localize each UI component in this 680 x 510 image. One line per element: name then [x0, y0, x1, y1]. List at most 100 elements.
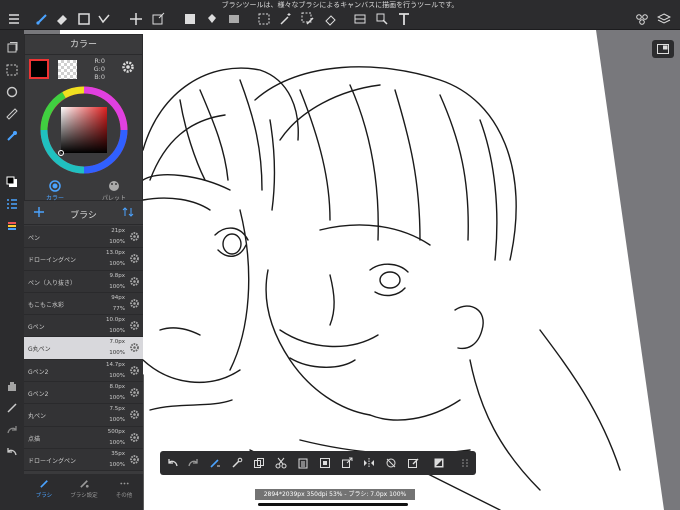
more-button[interactable]	[458, 456, 472, 470]
brush-name: Gペン2	[28, 368, 49, 376]
gradient-tool-button[interactable]	[226, 11, 242, 27]
brush-opacity: 100%	[109, 328, 125, 335]
brush-settings-icon	[79, 480, 89, 488]
brush-settings-gear-icon[interactable]	[129, 298, 140, 309]
eraser-tool-button[interactable]	[54, 11, 70, 27]
brush-settings-gear-icon[interactable]	[129, 432, 140, 443]
brush-settings-gear-icon[interactable]	[129, 365, 140, 376]
brush-list-item[interactable]: ペン 21px 100%	[24, 226, 143, 249]
clear-button[interactable]	[318, 456, 332, 470]
layers-list-button[interactable]	[4, 40, 20, 56]
brush-list-item[interactable]: ペン（入り抜き） 9.8px 100%	[24, 270, 143, 293]
frame-icon	[354, 14, 366, 24]
brush-settings-gear-icon[interactable]	[129, 231, 140, 242]
fill-button[interactable]	[432, 456, 446, 470]
brush-list-item[interactable]: Gペン2 14.7px 100%	[24, 359, 143, 383]
list-button[interactable]	[4, 196, 20, 212]
tab-brush-settings[interactable]: ブラシ設定	[64, 478, 104, 499]
tab-brush[interactable]: ブラシ	[24, 478, 64, 499]
rect-select-icon	[78, 13, 90, 25]
color-swatch-button[interactable]	[4, 174, 20, 190]
cut-button[interactable]	[274, 456, 288, 470]
fill-color-button[interactable]	[182, 11, 198, 27]
stack-icon	[8, 222, 16, 230]
text-tool-button[interactable]	[396, 11, 412, 27]
brush-list-item[interactable]: ドローイングペン 13.0px 100%	[24, 248, 143, 271]
undo-button[interactable]	[166, 456, 180, 470]
select-tool-button[interactable]	[256, 11, 272, 27]
text-type-button[interactable]	[374, 11, 390, 27]
color-wheel[interactable]	[39, 85, 129, 175]
layers-icon	[657, 13, 671, 24]
menu-button[interactable]	[6, 11, 22, 27]
selection-button[interactable]	[4, 62, 20, 78]
undo-button[interactable]	[4, 444, 20, 460]
brush-name: 丸ペン	[28, 413, 47, 421]
magic-wand-icon	[280, 13, 291, 25]
copy-button[interactable]	[252, 456, 266, 470]
transform-tool-button[interactable]	[150, 11, 166, 27]
layers-list-icon	[7, 42, 18, 53]
tab-color[interactable]: カラー	[35, 178, 75, 202]
rect-tool-button[interactable]	[76, 11, 92, 27]
rotate-lock-button[interactable]	[384, 456, 398, 470]
transform-button[interactable]	[340, 456, 354, 470]
eyedropper-button[interactable]	[4, 128, 20, 144]
brush-settings-gear-icon[interactable]	[129, 276, 140, 287]
brush-tool-button[interactable]	[34, 11, 50, 27]
brush-opacity: 77%	[112, 305, 125, 312]
brush-settings-gear-icon[interactable]	[129, 342, 140, 353]
select-eraser-button[interactable]	[322, 11, 338, 27]
rotate-button[interactable]	[4, 84, 20, 100]
redo-button[interactable]	[186, 456, 200, 470]
brush-list-item[interactable]: Gペン 10.0px 100%	[24, 315, 143, 338]
bucket-tool-button[interactable]	[204, 11, 220, 27]
brush-list-item[interactable]: 点描 500px 100%	[24, 426, 143, 449]
layers-button[interactable]	[656, 11, 672, 27]
stack-button[interactable]	[4, 218, 20, 234]
navigator-button[interactable]	[652, 40, 674, 58]
brush-panel-header: ブラシ	[24, 201, 143, 225]
sort-icon[interactable]	[122, 206, 134, 218]
redo-button[interactable]	[4, 422, 20, 438]
edit-button[interactable]	[406, 456, 420, 470]
fill-icon	[434, 458, 444, 468]
brush-icon	[36, 14, 47, 25]
paste-button[interactable]	[296, 456, 310, 470]
material-button[interactable]	[634, 11, 650, 27]
selection-icon	[6, 64, 18, 76]
brush-list-item[interactable]: もこもこ水彩 94px 77%	[24, 292, 143, 316]
material-icon	[636, 14, 648, 25]
magic-pen-button[interactable]	[96, 11, 112, 27]
brush-settings-gear-icon[interactable]	[129, 253, 140, 264]
pen-button[interactable]	[4, 400, 20, 416]
sub-color-swatch[interactable]	[58, 60, 77, 79]
brush-settings-gear-icon[interactable]	[129, 387, 140, 398]
eyedropper-button[interactable]	[230, 456, 244, 470]
brush-settings-gear-icon[interactable]	[129, 409, 140, 420]
ruler-button[interactable]	[4, 106, 20, 122]
tab-palette[interactable]: パレット	[94, 178, 134, 202]
home-indicator[interactable]	[258, 503, 408, 506]
status-bar: 2894*2039px 350dpi 53% - ブラシ: 7.0px 100%	[255, 489, 415, 500]
brush-name: ドローイングペン	[28, 457, 77, 465]
brush-list-item[interactable]: 丸ペン 7.5px 100%	[24, 404, 143, 427]
magic-wand-button[interactable]	[278, 11, 294, 27]
brush-adjust-button[interactable]	[208, 456, 222, 470]
flip-button[interactable]	[362, 456, 376, 470]
palette-icon	[109, 181, 119, 191]
frame-tool-button[interactable]	[352, 11, 368, 27]
move-tool-button[interactable]	[128, 11, 144, 27]
brush-settings-gear-icon[interactable]	[129, 454, 140, 465]
brush-list-item[interactable]: ドローイングペン 35px 100%	[24, 448, 143, 472]
select-eraser-icon	[325, 15, 336, 26]
color-settings-gear-icon[interactable]	[121, 60, 135, 74]
brush-settings-gear-icon[interactable]	[129, 320, 140, 331]
brush-list-item[interactable]: G丸ペン 7.0px 100%	[24, 337, 143, 360]
select-pen-button[interactable]	[300, 11, 316, 27]
tab-other[interactable]: その他	[104, 478, 144, 499]
hand-button[interactable]	[4, 378, 20, 394]
brush-list-item[interactable]: Gペン2 8.0px 100%	[24, 382, 143, 405]
main-color-swatch[interactable]	[29, 59, 49, 79]
tool-tooltip: ブラシツールは、様々なブラシによるキャンバスに描画を行うツールです。	[221, 1, 459, 9]
